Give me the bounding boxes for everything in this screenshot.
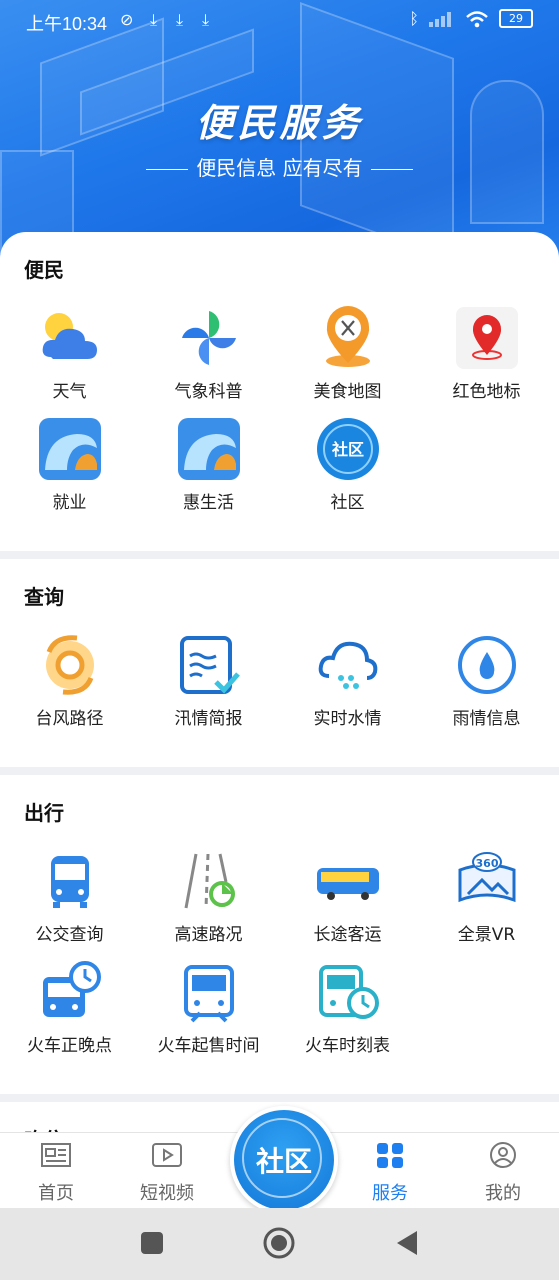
service-employment[interactable]: 就业 bbox=[0, 416, 139, 513]
tab-label: 我的 bbox=[485, 1183, 521, 1204]
train-icon bbox=[176, 959, 242, 1025]
train-clock-icon bbox=[37, 959, 103, 1025]
bus-icon bbox=[37, 848, 103, 914]
service-label: 汛情简报 bbox=[174, 709, 243, 729]
service-train-delay[interactable]: 火车正晚点 bbox=[0, 959, 139, 1056]
service-list[interactable]: 便民 天气 气象科普 美食地图 红色地标 就业 惠生活 社区 社区 查询 台风路… bbox=[0, 232, 559, 1132]
food-map-icon bbox=[315, 305, 381, 371]
download-icon: ⤓ bbox=[176, 10, 184, 29]
service-label: 公交查询 bbox=[35, 925, 104, 945]
back-icon[interactable] bbox=[395, 1230, 419, 1256]
service-meteorology[interactable]: 气象科普 bbox=[139, 305, 278, 402]
section-title: 查询 bbox=[24, 585, 64, 609]
tab-short-video[interactable]: 短视频 bbox=[117, 1141, 217, 1205]
ring-decoration bbox=[242, 1118, 322, 1198]
flood-report-icon bbox=[176, 632, 242, 698]
section-title: 出行 bbox=[24, 801, 64, 825]
service-community[interactable]: 社区 社区 bbox=[278, 416, 417, 513]
battery-icon: 29 bbox=[499, 9, 533, 28]
service-label: 火车时刻表 bbox=[305, 1036, 390, 1056]
service-rain-info[interactable]: 雨情信息 bbox=[417, 632, 556, 729]
rain-cloud-icon bbox=[315, 632, 381, 698]
subtitle-text: 便民信息 应有尽有 bbox=[196, 156, 363, 180]
service-label: 气象科普 bbox=[174, 382, 243, 402]
weather-icon bbox=[37, 305, 103, 371]
service-label: 社区 bbox=[330, 493, 365, 513]
service-label: 天气 bbox=[52, 382, 87, 402]
recent-apps-icon[interactable] bbox=[140, 1231, 164, 1255]
pinwheel-icon bbox=[176, 305, 242, 371]
service-label: 惠生活 bbox=[183, 493, 234, 513]
wifi-icon bbox=[466, 10, 488, 27]
vr-badge-text: 360 bbox=[475, 857, 498, 870]
download-icon: ⤓ bbox=[150, 10, 158, 29]
vr-icon: 360 bbox=[454, 848, 520, 914]
service-label: 高速路况 bbox=[174, 925, 243, 945]
service-highway[interactable]: 高速路况 bbox=[139, 848, 278, 945]
train-timetable-icon bbox=[315, 959, 381, 1025]
service-label: 实时水情 bbox=[313, 709, 382, 729]
wave-app-icon bbox=[176, 416, 242, 482]
rain-drop-icon bbox=[454, 632, 520, 698]
page-subtitle: 便民信息 应有尽有 bbox=[0, 152, 559, 181]
service-long-distance[interactable]: 长途客运 bbox=[278, 848, 417, 945]
service-label: 红色地标 bbox=[452, 382, 521, 402]
news-icon bbox=[41, 1143, 71, 1167]
service-flood-report[interactable]: 汛情简报 bbox=[139, 632, 278, 729]
community-center-button[interactable]: 社区 bbox=[230, 1106, 338, 1214]
status-time: 上午10:34 bbox=[26, 14, 108, 34]
system-nav-bar bbox=[0, 1208, 559, 1280]
section-convenience: 便民 天气 气象科普 美食地图 红色地标 就业 惠生活 社区 社区 bbox=[0, 232, 559, 551]
service-label: 火车起售时间 bbox=[157, 1036, 260, 1056]
service-label: 长途客运 bbox=[313, 925, 382, 945]
tab-home[interactable]: 首页 bbox=[6, 1141, 106, 1205]
divider bbox=[146, 169, 189, 170]
section-travel: 出行 公交查询 高速路况 长途客运 360 全景VR 火车正晚点 火车起售时间 … bbox=[0, 775, 559, 1094]
coach-bus-icon bbox=[315, 848, 381, 914]
bluetooth-icon: ᛒ bbox=[409, 9, 419, 28]
service-label: 全景VR bbox=[457, 925, 516, 945]
tab-label: 服务 bbox=[372, 1183, 408, 1204]
user-icon bbox=[490, 1142, 516, 1168]
service-red-landmark[interactable]: 红色地标 bbox=[417, 305, 556, 402]
service-water-level[interactable]: 实时水情 bbox=[278, 632, 417, 729]
grid-icon bbox=[377, 1143, 403, 1168]
video-icon bbox=[152, 1143, 182, 1167]
community-icon: 社区 bbox=[315, 416, 381, 482]
highway-icon bbox=[176, 848, 242, 914]
service-life[interactable]: 惠生活 bbox=[139, 416, 278, 513]
service-train-sale-time[interactable]: 火车起售时间 bbox=[139, 959, 278, 1056]
section-title: 便民 bbox=[24, 258, 64, 282]
tab-label: 短视频 bbox=[140, 1183, 194, 1204]
red-pin-icon bbox=[454, 305, 520, 371]
tab-service[interactable]: 服务 bbox=[340, 1141, 440, 1205]
service-food-map[interactable]: 美食地图 bbox=[278, 305, 417, 402]
tab-label: 首页 bbox=[38, 1183, 74, 1204]
service-label: 火车正晚点 bbox=[27, 1036, 112, 1056]
status-indicators: ᛒ 29 bbox=[409, 9, 533, 28]
community-badge-text: 社区 bbox=[330, 440, 363, 459]
service-weather[interactable]: 天气 bbox=[0, 305, 139, 402]
service-label: 美食地图 bbox=[313, 382, 382, 402]
status-bar: 上午10:34 ⊘ ⤓ ⤓ ⤓ ᛒ 29 bbox=[0, 0, 559, 44]
mute-icon: ⊘ bbox=[120, 10, 134, 29]
home-icon[interactable] bbox=[263, 1227, 295, 1259]
wave-app-icon bbox=[37, 416, 103, 482]
service-bus[interactable]: 公交查询 bbox=[0, 848, 139, 945]
service-panorama-vr[interactable]: 360 全景VR bbox=[417, 848, 556, 945]
section-query: 查询 台风路径 汛情简报 实时水情 雨情信息 bbox=[0, 559, 559, 767]
service-label: 雨情信息 bbox=[452, 709, 521, 729]
download-icon: ⤓ bbox=[202, 10, 210, 29]
signal-icon bbox=[429, 11, 451, 27]
service-typhoon[interactable]: 台风路径 bbox=[0, 632, 139, 729]
service-label: 就业 bbox=[52, 493, 87, 513]
service-label: 台风路径 bbox=[35, 709, 104, 729]
typhoon-icon bbox=[37, 632, 103, 698]
tab-mine[interactable]: 我的 bbox=[453, 1141, 553, 1205]
divider bbox=[370, 169, 413, 170]
service-train-timetable[interactable]: 火车时刻表 bbox=[278, 959, 417, 1056]
page-title: 便民服务 bbox=[195, 101, 364, 145]
